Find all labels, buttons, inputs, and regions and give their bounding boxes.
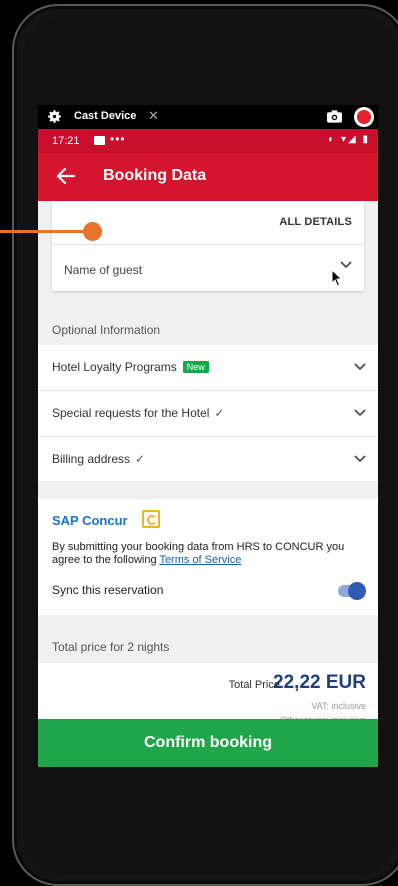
annotation-pointer-dot (83, 222, 102, 241)
mouse-cursor-icon (331, 269, 343, 287)
special-requests-label: Special requests for the Hotel (52, 406, 210, 420)
cast-device-title: Cast Device (74, 110, 137, 122)
page-title: Booking Data (103, 167, 207, 184)
gear-icon[interactable] (46, 108, 63, 125)
chevron-down-icon[interactable] (354, 363, 366, 371)
booking-content: ALL DETAILS Name of guest Optional Infor… (38, 201, 378, 767)
concur-logo-icon (142, 510, 160, 528)
guest-name-field[interactable]: Name of guest (64, 263, 142, 277)
check-icon: ✓ (135, 452, 146, 466)
sync-reservation-label: Sync this reservation (52, 583, 164, 597)
annotation-pointer-line (0, 230, 88, 233)
all-details-link[interactable]: ALL DETAILS (279, 216, 352, 228)
confirm-booking-button[interactable]: Confirm booking (38, 719, 378, 767)
vat-note: VAT: inclusive (311, 701, 366, 711)
billing-address-label: Billing address (52, 452, 131, 466)
concur-consent-text: By submitting your booking data from HRS… (52, 541, 362, 567)
guest-card: ALL DETAILS Name of guest (52, 201, 364, 291)
sap-concur-brand: SAP Concur (52, 513, 128, 528)
optional-information-heading: Optional Information (52, 323, 161, 337)
row-billing-address[interactable]: Billing address ✓ (38, 437, 378, 482)
sync-reservation-toggle[interactable] (338, 582, 366, 600)
row-hotel-loyalty-programs[interactable]: Hotel Loyalty Programs New (38, 345, 378, 391)
close-icon[interactable]: ✕ (148, 108, 159, 124)
more-notifications-icon: ••• (110, 132, 126, 146)
system-status-icons: ◐ ▾◢ ▮ (328, 134, 370, 145)
back-arrow-icon[interactable] (56, 165, 76, 187)
check-icon: ✓ (214, 406, 225, 420)
divider (52, 244, 364, 245)
notification-icon (94, 136, 105, 145)
row-special-requests[interactable]: Special requests for the Hotel ✓ (38, 391, 378, 437)
total-price-heading: Total price for 2 nights (52, 640, 170, 654)
record-button[interactable] (354, 107, 374, 127)
chevron-down-icon[interactable] (354, 409, 366, 417)
app-bar: Booking Data (38, 153, 378, 201)
hotel-loyalty-label: Hotel Loyalty Programs (52, 360, 177, 374)
optional-list: Hotel Loyalty Programs New Special reques… (38, 345, 378, 481)
terms-of-service-link[interactable]: Terms of Service (159, 554, 241, 566)
camera-icon[interactable] (327, 110, 342, 123)
row-label: Billing address ✓ (52, 452, 145, 466)
chevron-down-icon[interactable] (340, 261, 352, 269)
device-screen: Cast Device ✕ 17:21 ••• ◐ ▾◢ ▮ Booking D… (38, 105, 378, 767)
status-time: 17:21 (52, 135, 80, 147)
sap-concur-section: SAP Concur By submitting your booking da… (38, 499, 378, 615)
android-status-bar: 17:21 ••• ◐ ▾◢ ▮ (38, 129, 378, 153)
chevron-down-icon[interactable] (354, 455, 366, 463)
total-price-value: 22,22 EUR (273, 672, 366, 693)
cast-device-bar: Cast Device ✕ (38, 105, 378, 129)
row-label: Hotel Loyalty Programs New (52, 360, 209, 374)
row-label: Special requests for the Hotel ✓ (52, 406, 224, 420)
new-badge: New (182, 361, 209, 373)
